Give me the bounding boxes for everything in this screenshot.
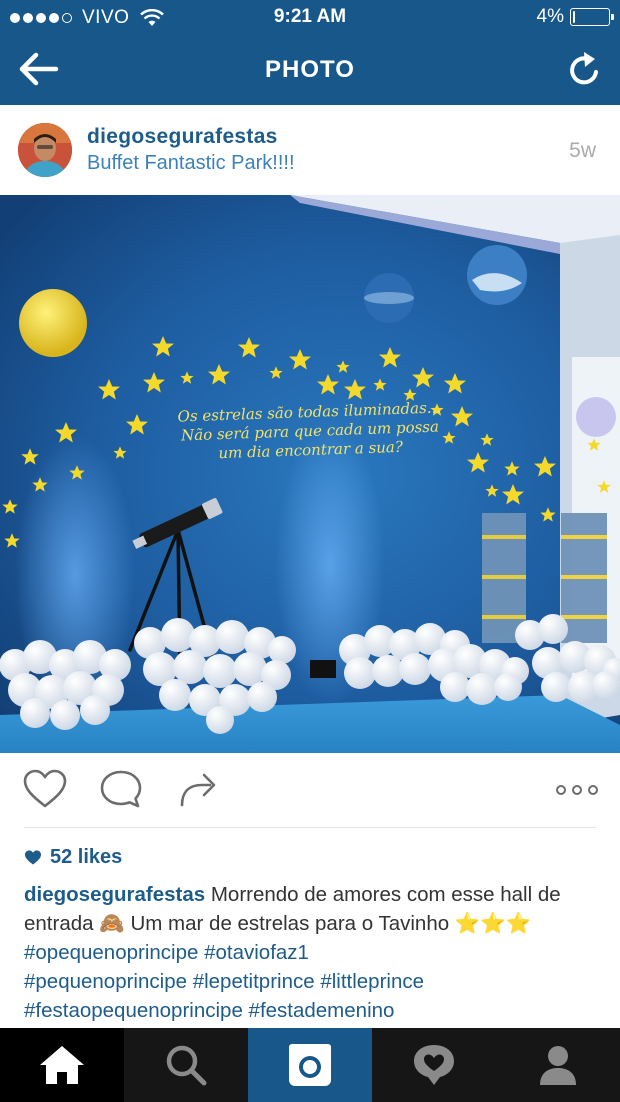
tab-activity[interactable] <box>372 1028 496 1102</box>
post-actions <box>0 753 620 827</box>
nav-bar: PHOTO <box>0 34 620 105</box>
caption-hashtags[interactable]: #festaopequenoprincipe #festademenino <box>24 999 394 1022</box>
emoji: ⭐⭐⭐ <box>454 912 532 935</box>
search-icon <box>166 1045 207 1086</box>
photo-scene <box>0 195 620 753</box>
post-header: diegosegurafestas Buffet Fantastic Park!… <box>0 105 620 195</box>
share-icon[interactable] <box>176 769 222 811</box>
tab-bar <box>0 1028 620 1102</box>
tab-profile[interactable] <box>496 1028 620 1102</box>
refresh-icon[interactable] <box>564 50 604 90</box>
actions-divider <box>24 827 596 828</box>
likes-text: 52 likes <box>50 846 123 868</box>
battery-icon <box>570 8 614 26</box>
tab-search[interactable] <box>124 1028 248 1102</box>
status-bar: VIVO 9:21 AM 4% <box>0 0 620 34</box>
arrow-left-icon[interactable] <box>16 50 60 88</box>
battery-percent: 4% <box>536 6 564 27</box>
comment-icon[interactable] <box>98 769 144 811</box>
page-title: PHOTO <box>265 56 355 83</box>
profile-icon <box>540 1046 576 1085</box>
heart-icon[interactable] <box>22 769 68 811</box>
caption-hashtags[interactable]: #opequenoprincipe #otaviofaz1 <box>24 941 309 964</box>
activity-icon <box>414 1045 454 1085</box>
top-bar: VIVO 9:21 AM 4% PHOTO <box>0 0 620 105</box>
post-location[interactable]: Buffet Fantastic Park!!!! <box>87 152 295 175</box>
photo-quote: Os estrelas são todas iluminadas... Não … <box>159 398 461 465</box>
post-age: 5w <box>569 139 596 162</box>
caption-text: Um mar de estrelas para o Tavinho <box>124 912 455 935</box>
avatar[interactable] <box>18 123 72 177</box>
likes-count[interactable]: 52 likes <box>24 846 122 869</box>
status-time: 9:21 AM <box>273 6 347 27</box>
battery-indicator: 4% <box>536 6 614 28</box>
post-username[interactable]: diegosegurafestas <box>87 125 278 149</box>
tab-camera[interactable] <box>248 1028 372 1102</box>
caption-username[interactable]: diegosegurafestas <box>24 883 205 906</box>
more-options-icon[interactable] <box>554 769 600 811</box>
heart-small-icon <box>25 849 41 864</box>
camera-icon <box>289 1044 331 1086</box>
post-caption: diegosegurafestas Morrendo de amores com… <box>24 880 599 1025</box>
post-photo[interactable]: Os estrelas são todas iluminadas... Não … <box>0 195 620 753</box>
caption-hashtags[interactable]: #pequenoprincipe #lepetitprince #littlep… <box>24 970 424 993</box>
tab-home[interactable] <box>0 1028 124 1102</box>
home-icon <box>40 1046 84 1084</box>
emoji: 🙈 <box>99 912 125 935</box>
battery-fill <box>573 11 575 23</box>
